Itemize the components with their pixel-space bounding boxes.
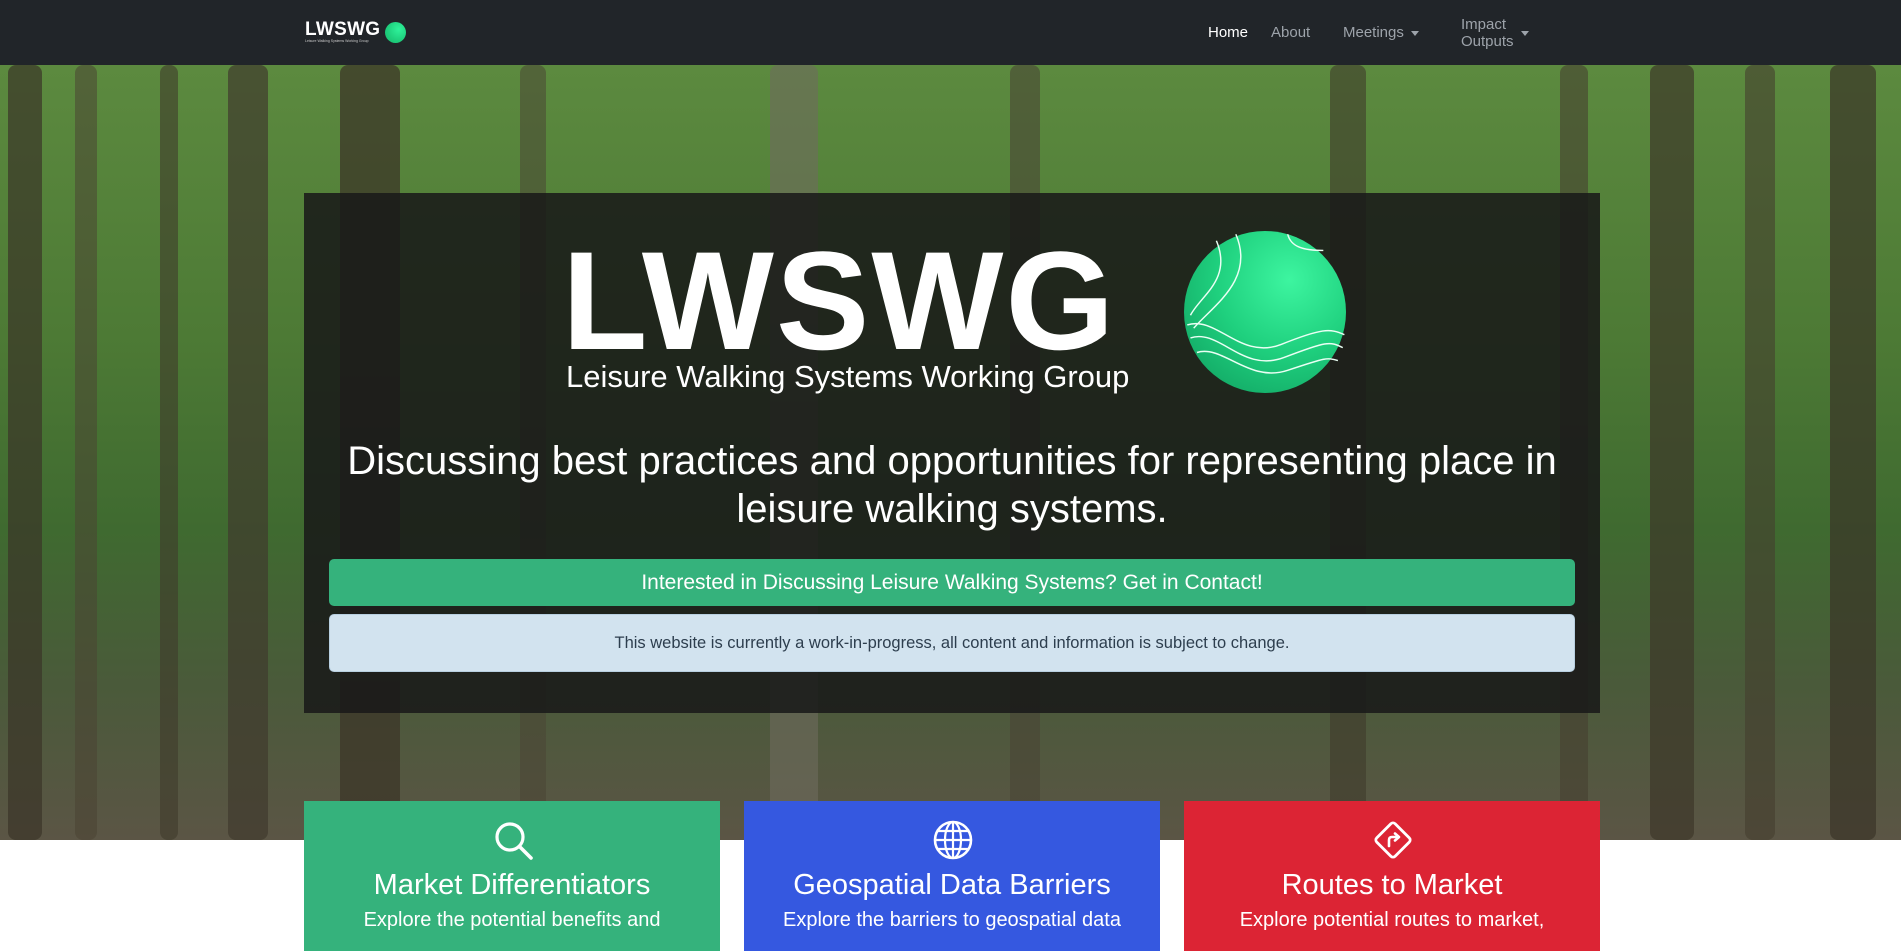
nav-impact-outputs-label: Impact Outputs xyxy=(1461,15,1514,50)
tree-trunk xyxy=(160,65,178,840)
nav-home-label: Home xyxy=(1208,24,1249,41)
navbar: LWSWG Leisure Walking Systems Working Gr… xyxy=(0,0,1901,65)
tree-trunk xyxy=(228,65,268,840)
market-differentiators-card[interactable]: Market Differentiators Explore the poten… xyxy=(304,801,720,951)
hero-logo-title: LWSWG xyxy=(562,222,1117,379)
route-sign-icon xyxy=(1374,821,1412,859)
tree-trunk xyxy=(1745,65,1775,840)
nav-home-link[interactable]: Home xyxy=(1208,24,1248,41)
tree-trunk xyxy=(75,65,97,840)
globe-icon xyxy=(933,820,973,860)
card-title: Geospatial Data Barriers xyxy=(793,869,1111,901)
card-description: Explore potential routes to market, xyxy=(1239,909,1545,931)
brand-text: LWSWG Leisure Walking Systems Working Gr… xyxy=(305,20,380,44)
tree-trunk xyxy=(8,65,42,840)
caret-down-icon xyxy=(1520,30,1529,36)
brand-logo[interactable]: LWSWG Leisure Walking Systems Working Gr… xyxy=(305,20,407,46)
wip-notice-alert: This website is currently a work-in-prog… xyxy=(329,614,1575,672)
hero-panel: LWSWG Leisure Walking Systems Working Gr… xyxy=(304,193,1600,713)
globe-logo-icon xyxy=(385,22,407,43)
brand-subtitle: Leisure Walking Systems Working Group xyxy=(305,39,369,43)
nav-about-link[interactable]: About xyxy=(1271,24,1310,41)
geospatial-data-barriers-card[interactable]: Geospatial Data Barriers Explore the bar… xyxy=(744,801,1160,951)
tree-trunk xyxy=(1830,65,1876,840)
brand-title: LWSWG xyxy=(305,19,381,40)
tree-trunk xyxy=(1650,65,1694,840)
routes-to-market-card[interactable]: Routes to Market Explore potential route… xyxy=(1184,801,1600,951)
caret-down-icon xyxy=(1410,30,1419,36)
nav-meetings-label: Meetings xyxy=(1343,24,1404,41)
card-title: Market Differentiators xyxy=(373,869,651,901)
card-description: Explore the potential benefits and xyxy=(363,909,661,931)
nav-about-label: About xyxy=(1271,24,1311,41)
hero-logo-subtitle: Leisure Walking Systems Working Group xyxy=(566,359,1130,394)
search-icon xyxy=(495,822,533,860)
nav-meetings-dropdown[interactable]: Meetings xyxy=(1343,24,1419,41)
card-description: Explore the barriers to geospatial data xyxy=(783,909,1121,931)
globe-logo-icon xyxy=(1184,231,1346,393)
hero-forest-background: LWSWG Leisure Walking Systems Working Gr… xyxy=(0,65,1901,840)
contact-button[interactable]: Interested in Discussing Leisure Walking… xyxy=(329,559,1575,606)
card-title: Routes to Market xyxy=(1281,869,1503,901)
nav-impact-outputs-dropdown[interactable]: Impact Outputs xyxy=(1461,16,1529,50)
hero-tagline: Discussing best practices and opportunit… xyxy=(347,439,1557,531)
